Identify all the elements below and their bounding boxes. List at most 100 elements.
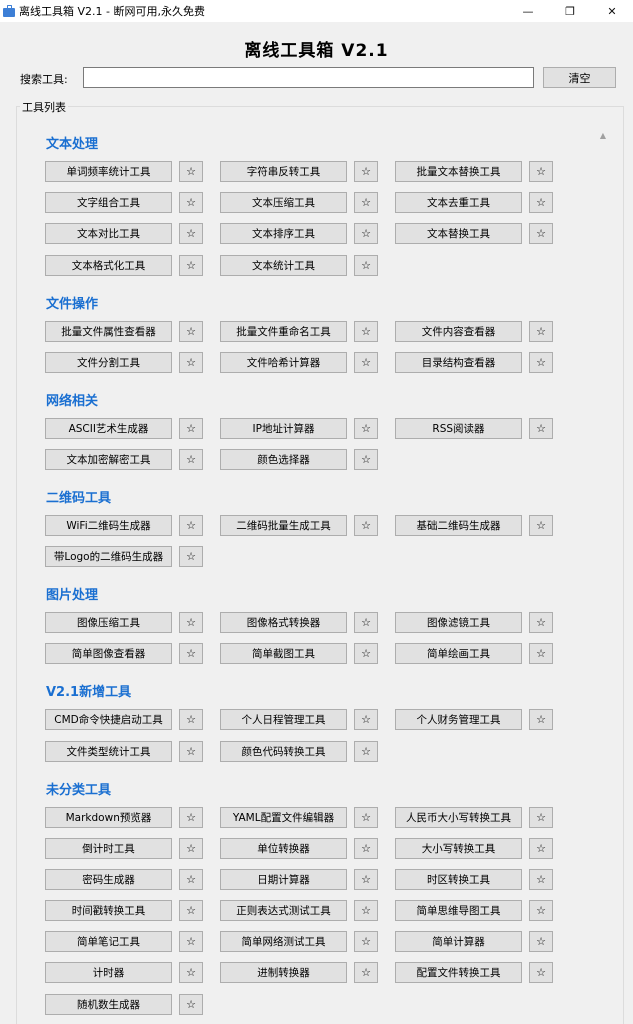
favorite-star-icon[interactable]: ☆ bbox=[354, 223, 378, 245]
tool-button[interactable]: 单词频率统计工具 bbox=[45, 161, 172, 182]
favorite-star-icon[interactable]: ☆ bbox=[529, 223, 553, 245]
tool-button[interactable]: 批量文件属性查看器 bbox=[45, 320, 172, 342]
tool-button[interactable]: YAML配置文件编辑器 bbox=[220, 806, 347, 828]
favorite-star-icon[interactable]: ☆ bbox=[179, 931, 203, 953]
tool-button[interactable]: 文件内容查看器 bbox=[395, 320, 522, 342]
tool-button[interactable]: 文件分割工具 bbox=[45, 351, 172, 373]
tool-button[interactable]: 密码生成器 bbox=[45, 868, 172, 890]
tool-button[interactable]: 文本去重工具 bbox=[395, 192, 522, 214]
tool-button[interactable]: ASCII艺术生成器 bbox=[45, 417, 172, 439]
tool-button[interactable]: 简单笔记工具 bbox=[45, 931, 172, 953]
favorite-star-icon[interactable]: ☆ bbox=[179, 740, 203, 762]
search-input[interactable] bbox=[83, 67, 534, 88]
tool-button[interactable]: IP地址计算器 bbox=[220, 417, 347, 439]
favorite-star-icon[interactable]: ☆ bbox=[179, 806, 203, 828]
favorite-star-icon[interactable]: ☆ bbox=[179, 417, 203, 439]
favorite-star-icon[interactable]: ☆ bbox=[354, 931, 378, 953]
favorite-star-icon[interactable]: ☆ bbox=[179, 837, 203, 859]
tool-button[interactable]: 配置文件转换工具 bbox=[395, 962, 522, 984]
tool-button[interactable]: 图像滤镜工具 bbox=[395, 612, 522, 634]
favorite-star-icon[interactable]: ☆ bbox=[179, 223, 203, 245]
tool-button[interactable]: 图像格式转换器 bbox=[220, 612, 347, 634]
vertical-scrollbar[interactable]: ▲ bbox=[596, 124, 610, 1024]
favorite-star-icon[interactable]: ☆ bbox=[179, 448, 203, 470]
tool-button[interactable]: 带Logo的二维码生成器 bbox=[45, 546, 172, 568]
favorite-star-icon[interactable]: ☆ bbox=[529, 351, 553, 373]
tool-button[interactable]: 字符串反转工具 bbox=[220, 161, 347, 182]
tool-button[interactable]: 颜色代码转换工具 bbox=[220, 740, 347, 762]
favorite-star-icon[interactable]: ☆ bbox=[529, 192, 553, 214]
favorite-star-icon[interactable]: ☆ bbox=[179, 993, 203, 1015]
favorite-star-icon[interactable]: ☆ bbox=[354, 514, 378, 536]
favorite-star-icon[interactable]: ☆ bbox=[354, 192, 378, 214]
tool-button[interactable]: 文本对比工具 bbox=[45, 223, 172, 245]
maximize-button[interactable]: ❐ bbox=[549, 0, 591, 22]
tool-button[interactable]: 计时器 bbox=[45, 962, 172, 984]
tool-button[interactable]: 倒计时工具 bbox=[45, 837, 172, 859]
close-button[interactable]: ✕ bbox=[591, 0, 633, 22]
tool-button[interactable]: 日期计算器 bbox=[220, 868, 347, 890]
favorite-star-icon[interactable]: ☆ bbox=[354, 962, 378, 984]
tool-button[interactable]: 文字组合工具 bbox=[45, 192, 172, 214]
tool-button[interactable]: WiFi二维码生成器 bbox=[45, 514, 172, 536]
favorite-star-icon[interactable]: ☆ bbox=[529, 161, 553, 182]
tool-button[interactable]: 个人日程管理工具 bbox=[220, 709, 347, 731]
tool-button[interactable]: 批量文本替换工具 bbox=[395, 161, 522, 182]
tool-button[interactable]: 文本压缩工具 bbox=[220, 192, 347, 214]
tool-button[interactable]: 大小写转换工具 bbox=[395, 837, 522, 859]
favorite-star-icon[interactable]: ☆ bbox=[354, 806, 378, 828]
favorite-star-icon[interactable]: ☆ bbox=[354, 351, 378, 373]
favorite-star-icon[interactable]: ☆ bbox=[354, 417, 378, 439]
favorite-star-icon[interactable]: ☆ bbox=[179, 962, 203, 984]
favorite-star-icon[interactable]: ☆ bbox=[179, 320, 203, 342]
tool-button[interactable]: 文本统计工具 bbox=[220, 254, 347, 276]
tool-button[interactable]: 颜色选择器 bbox=[220, 448, 347, 470]
favorite-star-icon[interactable]: ☆ bbox=[179, 514, 203, 536]
favorite-star-icon[interactable]: ☆ bbox=[529, 417, 553, 439]
tool-button[interactable]: 单位转换器 bbox=[220, 837, 347, 859]
tool-button[interactable]: 个人财务管理工具 bbox=[395, 709, 522, 731]
favorite-star-icon[interactable]: ☆ bbox=[179, 192, 203, 214]
favorite-star-icon[interactable]: ☆ bbox=[354, 709, 378, 731]
tool-button[interactable]: 文本替换工具 bbox=[395, 223, 522, 245]
favorite-star-icon[interactable]: ☆ bbox=[179, 612, 203, 634]
favorite-star-icon[interactable]: ☆ bbox=[529, 643, 553, 665]
favorite-star-icon[interactable]: ☆ bbox=[529, 320, 553, 342]
tool-button[interactable]: 简单思维导图工具 bbox=[395, 900, 522, 922]
favorite-star-icon[interactable]: ☆ bbox=[354, 612, 378, 634]
favorite-star-icon[interactable]: ☆ bbox=[179, 900, 203, 922]
tool-button[interactable]: 简单图像查看器 bbox=[45, 643, 172, 665]
tool-button[interactable]: 简单网络测试工具 bbox=[220, 931, 347, 953]
favorite-star-icon[interactable]: ☆ bbox=[529, 900, 553, 922]
tool-button[interactable]: 文件类型统计工具 bbox=[45, 740, 172, 762]
tool-button[interactable]: 简单截图工具 bbox=[220, 643, 347, 665]
favorite-star-icon[interactable]: ☆ bbox=[529, 612, 553, 634]
tool-button[interactable]: 随机数生成器 bbox=[45, 993, 172, 1015]
favorite-star-icon[interactable]: ☆ bbox=[354, 161, 378, 182]
favorite-star-icon[interactable]: ☆ bbox=[354, 900, 378, 922]
tool-button[interactable]: 文本排序工具 bbox=[220, 223, 347, 245]
favorite-star-icon[interactable]: ☆ bbox=[354, 868, 378, 890]
tool-button[interactable]: RSS阅读器 bbox=[395, 417, 522, 439]
tool-button[interactable]: 图像压缩工具 bbox=[45, 612, 172, 634]
favorite-star-icon[interactable]: ☆ bbox=[529, 868, 553, 890]
favorite-star-icon[interactable]: ☆ bbox=[529, 709, 553, 731]
tool-button[interactable]: 进制转换器 bbox=[220, 962, 347, 984]
tool-button[interactable]: 文本格式化工具 bbox=[45, 254, 172, 276]
favorite-star-icon[interactable]: ☆ bbox=[179, 351, 203, 373]
tool-button[interactable]: 基础二维码生成器 bbox=[395, 514, 522, 536]
favorite-star-icon[interactable]: ☆ bbox=[529, 962, 553, 984]
tool-list-scroll-area[interactable]: 文本处理 单词频率统计工具 ☆ 字符串反转工具 ☆ 批量文本替换工具 ☆ 文字组合工具 ☆ 文本压… bbox=[25, 120, 611, 1024]
favorite-star-icon[interactable]: ☆ bbox=[179, 643, 203, 665]
tool-button[interactable]: Markdown预览器 bbox=[45, 806, 172, 828]
tool-button[interactable]: CMD命令快捷启动工具 bbox=[45, 709, 172, 731]
favorite-star-icon[interactable]: ☆ bbox=[354, 643, 378, 665]
favorite-star-icon[interactable]: ☆ bbox=[179, 161, 203, 182]
favorite-star-icon[interactable]: ☆ bbox=[529, 514, 553, 536]
favorite-star-icon[interactable]: ☆ bbox=[179, 546, 203, 568]
clear-button[interactable]: 清空 bbox=[543, 67, 616, 88]
tool-button[interactable]: 正则表达式测试工具 bbox=[220, 900, 347, 922]
favorite-star-icon[interactable]: ☆ bbox=[179, 709, 203, 731]
tool-button[interactable]: 二维码批量生成工具 bbox=[220, 514, 347, 536]
favorite-star-icon[interactable]: ☆ bbox=[354, 837, 378, 859]
